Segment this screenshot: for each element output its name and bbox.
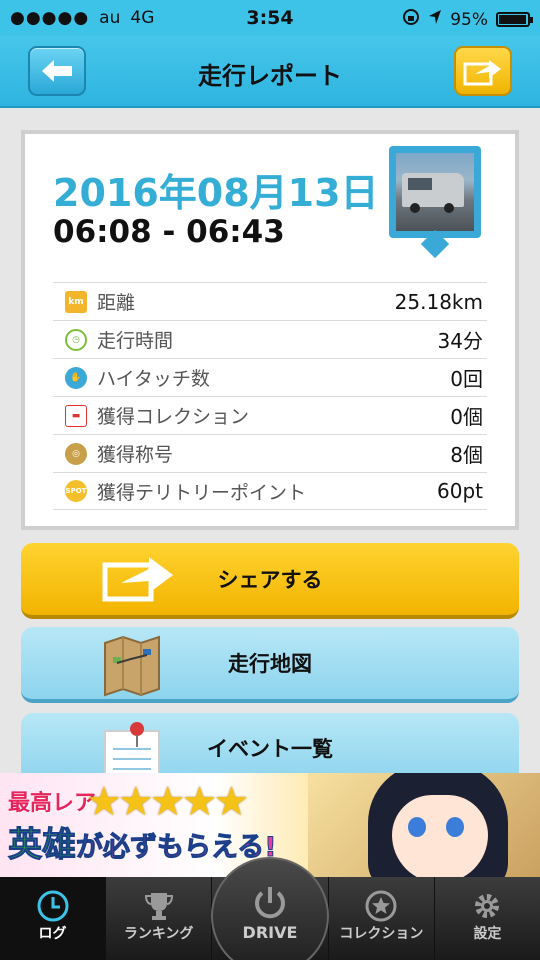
- stat-label: 走行時間: [97, 330, 174, 352]
- stat-label: ハイタッチ数: [97, 368, 210, 390]
- km-icon: km: [65, 290, 87, 313]
- tab-label: コレクション: [339, 926, 424, 942]
- stat-value: 25.18km: [394, 289, 483, 314]
- star-circle-icon: [364, 889, 398, 927]
- stat-value: 8個: [450, 443, 483, 467]
- share-icon: [101, 551, 177, 608]
- tab-settings[interactable]: 設定: [435, 877, 540, 960]
- share-icon: [463, 60, 501, 86]
- tab-collection[interactable]: コレクション: [329, 877, 435, 960]
- stat-row-drive-time: ◷ 走行時間 34分: [53, 320, 487, 358]
- stat-label: 獲得テリトリーポイント: [97, 481, 307, 504]
- spot-icon: SPOT: [65, 480, 87, 502]
- event-list-button-label: イベント一覧: [207, 737, 333, 761]
- tab-log[interactable]: ログ: [0, 877, 107, 960]
- report-date: 2016年08月13日: [53, 171, 379, 215]
- stat-label: 距離: [97, 292, 136, 314]
- stat-row-territory: SPOT 獲得テリトリーポイント 60pt: [53, 472, 487, 510]
- drive-map-button-label: 走行地図: [228, 652, 312, 676]
- hand-icon: ✋: [65, 366, 87, 389]
- stat-row-titles: ◎ 獲得称号 8個: [53, 434, 487, 472]
- stat-value: 34分: [437, 329, 483, 353]
- stat-label: 獲得称号: [97, 444, 174, 466]
- report-card: 2016年08月13日 06:08 - 06:43 km 距離 25.18km …: [21, 130, 519, 530]
- stats-list: km 距離 25.18km ◷ 走行時間 34分 ✋ ハイタッチ数 0回 ▬ 獲…: [53, 282, 487, 510]
- vehicle-photo: [396, 153, 474, 231]
- medal-icon: ◎: [65, 442, 87, 465]
- location-icon: [428, 9, 442, 30]
- stat-value: 60pt: [437, 479, 483, 503]
- stat-row-collection: ▬ 獲得コレクション 0個: [53, 396, 487, 434]
- map-icon: [101, 635, 163, 702]
- photo-pin-thumbnail[interactable]: [389, 146, 481, 259]
- battery-icon: [496, 12, 533, 27]
- stat-value: 0回: [450, 367, 483, 391]
- power-icon: [250, 883, 290, 927]
- lock-rotation-icon: [402, 8, 420, 31]
- ad-banner-hero: 英雄: [8, 825, 77, 866]
- drive-map-button[interactable]: 走行地図: [21, 627, 519, 703]
- stat-row-distance: km 距離 25.18km: [53, 282, 487, 320]
- tab-drive[interactable]: DRIVE: [210, 857, 329, 960]
- battery-percent: 95%: [450, 9, 488, 30]
- car-icon: ▬: [65, 404, 87, 427]
- tab-ranking[interactable]: ランキング: [106, 877, 213, 960]
- tab-label: DRIVE: [242, 923, 298, 942]
- tab-label: ランキング: [123, 926, 194, 942]
- clock-icon: [36, 889, 70, 927]
- report-time-range: 06:08 - 06:43: [53, 214, 285, 250]
- share-header-button[interactable]: [454, 46, 512, 96]
- trophy-icon: [142, 889, 176, 927]
- ad-banner-line1: 最高レア: [8, 791, 97, 816]
- status-bar: ●●●●● au 4G 3:54 95%: [0, 0, 540, 36]
- ad-character-image: [308, 773, 540, 877]
- share-button[interactable]: シェアする: [21, 543, 519, 619]
- gear-icon: [470, 889, 504, 927]
- clock-icon: ◷: [65, 328, 87, 351]
- navigation-bar: 走行レポート: [0, 36, 540, 108]
- stat-value: 0個: [450, 405, 483, 429]
- tab-bar: ログ ランキング DRIVE コレクション 設定: [0, 857, 540, 960]
- share-button-label: シェアする: [217, 568, 323, 592]
- ad-banner-tagline: が必ずもらえる!: [76, 832, 278, 864]
- ad-banner-line2: 英雄が必ずもらえる!: [8, 817, 278, 866]
- stat-label: 獲得コレクション: [97, 406, 250, 428]
- stat-row-high-touch: ✋ ハイタッチ数 0回: [53, 358, 487, 396]
- tab-label: ログ: [38, 926, 67, 942]
- tab-label: 設定: [473, 926, 502, 942]
